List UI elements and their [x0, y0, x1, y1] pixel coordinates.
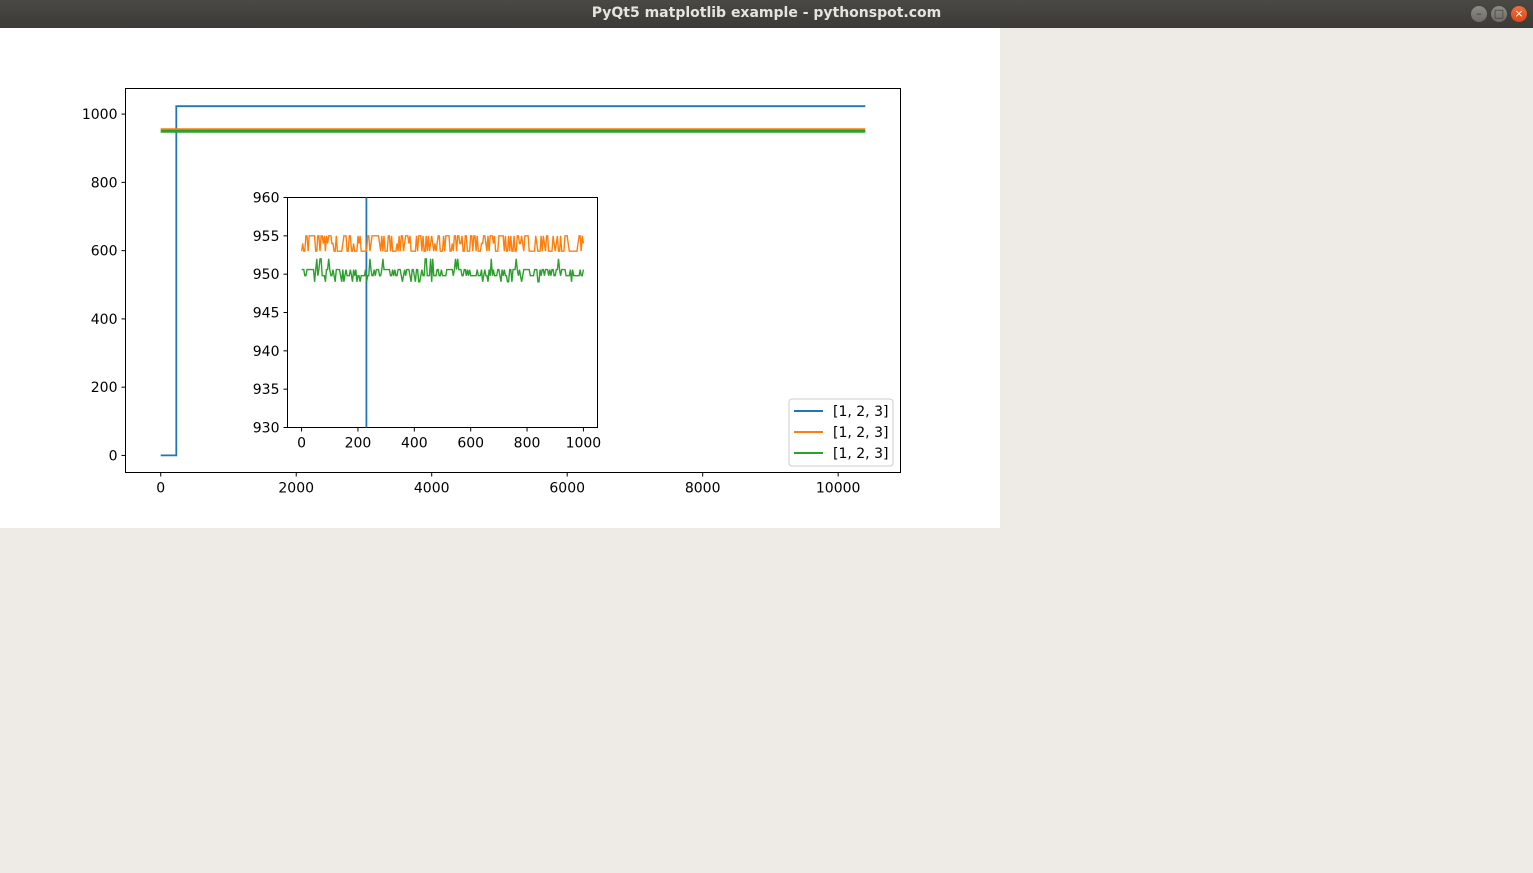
- main-x-tick-label: 6000: [549, 481, 585, 497]
- inset-y-tick-label: 945: [253, 306, 280, 322]
- main-y-tick-label: 200: [91, 380, 118, 396]
- inset-y-tick-label: 930: [253, 421, 280, 437]
- inset-x-tick-label: 1000: [566, 436, 602, 452]
- minimize-icon[interactable]: –: [1471, 6, 1487, 22]
- maximize-icon[interactable]: □: [1491, 6, 1507, 22]
- main-y-tick-label: 800: [91, 175, 118, 191]
- legend-label: [1, 2, 3]: [833, 404, 888, 420]
- legend-label: [1, 2, 3]: [833, 425, 888, 441]
- legend-label: [1, 2, 3]: [833, 446, 888, 462]
- figure-svg: 0 2000 4000 6000 8000 10000020040060080010000…: [82, 88, 901, 497]
- plot-canvas[interactable]: 0 2000 4000 6000 8000 10000 0 200 400 600 800 1000 0…: [0, 28, 1000, 528]
- inset-y-tick-label: 950: [253, 267, 280, 283]
- inset-y-tick-label: 935: [253, 382, 280, 398]
- inset-y-tick-label: 955: [253, 229, 280, 245]
- window-title: PyQt5 matplotlib example - pythonspot.co…: [591, 5, 942, 21]
- main-y-tick-label: 600: [91, 244, 118, 260]
- main-y-tick-label: 400: [91, 312, 118, 328]
- inset-x-tick-label: 200: [345, 436, 372, 452]
- inset-y-tick-label: 960: [253, 191, 280, 207]
- inset-x-tick-label: 400: [401, 436, 428, 452]
- inset-x-tick-label: 0: [297, 436, 306, 452]
- inset-y-tick-label: 940: [253, 344, 280, 360]
- main-x-tick-label: 10000: [816, 481, 861, 497]
- main-y-tick-label: 0: [109, 448, 118, 464]
- main-x-tick-label: 8000: [685, 481, 721, 497]
- main-y-tick-label: 1000: [82, 107, 118, 123]
- close-icon[interactable]: ×: [1511, 6, 1527, 22]
- inset-x-tick-label: 800: [514, 436, 541, 452]
- window-titlebar[interactable]: PyQt5 matplotlib example - pythonspot.co…: [0, 0, 1533, 28]
- main-x-tick-label: 0: [156, 481, 165, 497]
- main-x-tick-label: 2000: [278, 481, 314, 497]
- inset-x-tick-label: 600: [457, 436, 484, 452]
- inset-frame: [287, 197, 598, 428]
- main-x-tick-label: 4000: [414, 481, 450, 497]
